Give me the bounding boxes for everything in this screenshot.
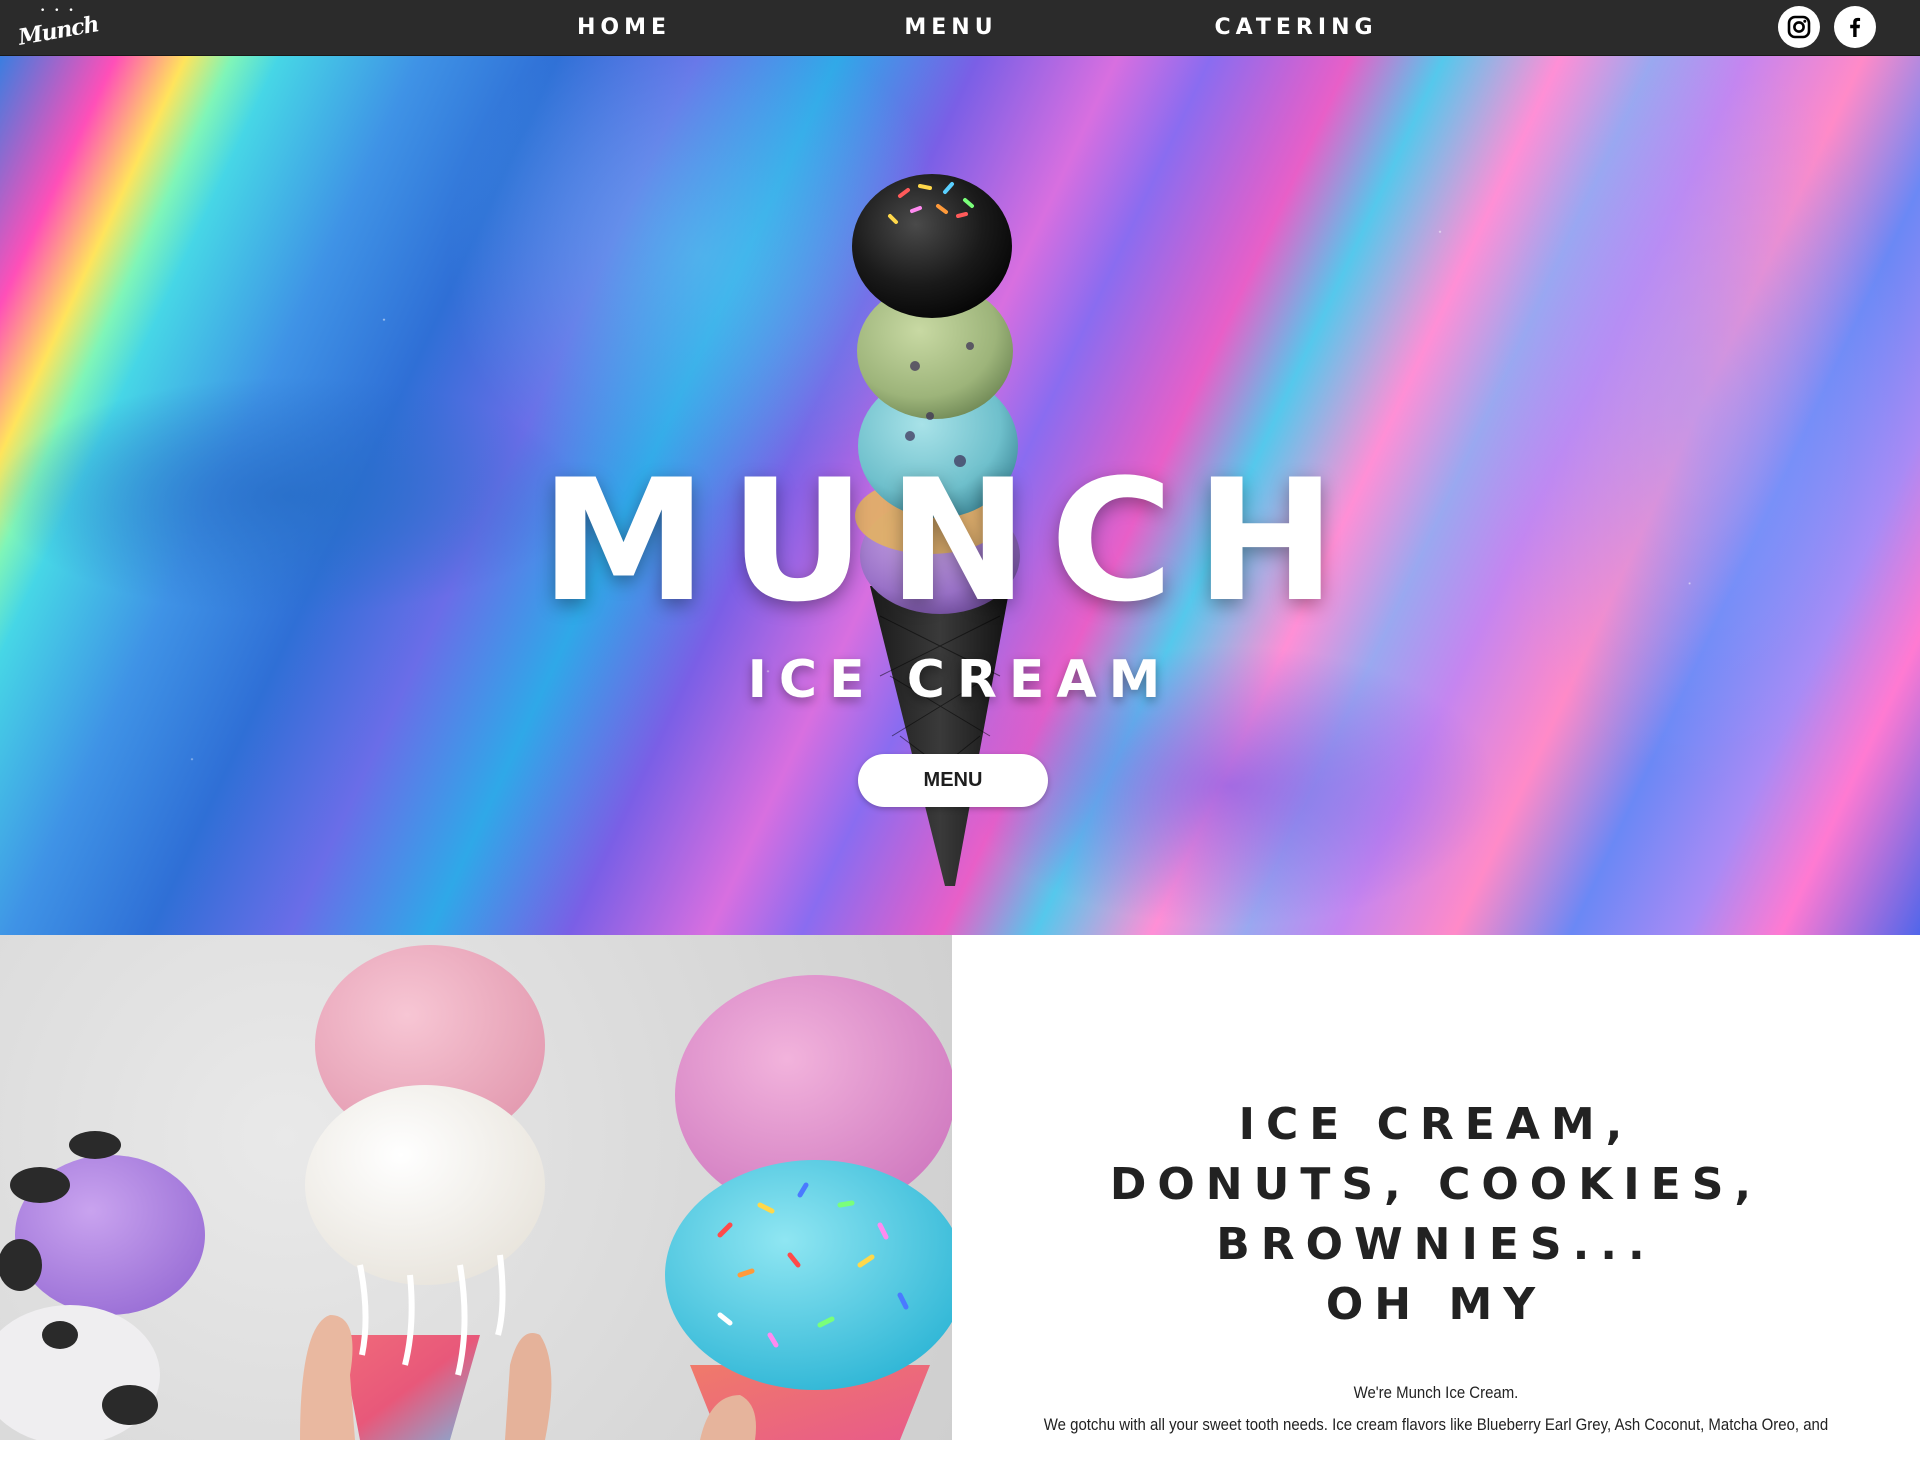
headline-line: OH MY (1325, 1279, 1547, 1330)
about-intro: We're Munch Ice Cream. (1353, 1383, 1519, 1402)
ice-cream-photo (0, 935, 952, 1440)
ice-cream-photo-illustration (0, 945, 952, 1440)
about-headline: ICE CREAM, DONUTS, COOKIES, BROWNIES... … (952, 1095, 1920, 1335)
headline-line: DONUTS, COOKIES, (1109, 1159, 1763, 1210)
munch-logo[interactable]: • • • Munch (16, 6, 100, 51)
top-navbar: • • • Munch HOME MENU CATERING (0, 0, 1920, 56)
about-body: We gotchu with all your sweet tooth need… (1043, 1415, 1829, 1434)
hero-menu-button[interactable]: MENU (858, 754, 1048, 807)
facebook-icon (1850, 17, 1861, 37)
about-section: ICE CREAM, DONUTS, COOKIES, BROWNIES... … (952, 935, 1920, 1472)
nav-item-catering[interactable]: CATERING (1196, 15, 1396, 41)
hero-section: MUNCH ICE CREAM MENU (0, 56, 1920, 935)
nav-item-menu[interactable]: MENU (893, 15, 1009, 41)
instagram-icon (1787, 15, 1811, 39)
headline-line: BROWNIES... (1216, 1219, 1656, 1270)
nav-item-home[interactable]: HOME (560, 15, 688, 41)
logo-text: Munch (16, 11, 101, 51)
instagram-link[interactable] (1778, 6, 1820, 48)
hero-title: MUNCH (540, 443, 1359, 639)
hero-subtitle: ICE CREAM (747, 650, 1173, 710)
facebook-link[interactable] (1834, 6, 1876, 48)
headline-line: ICE CREAM, (1238, 1099, 1634, 1150)
